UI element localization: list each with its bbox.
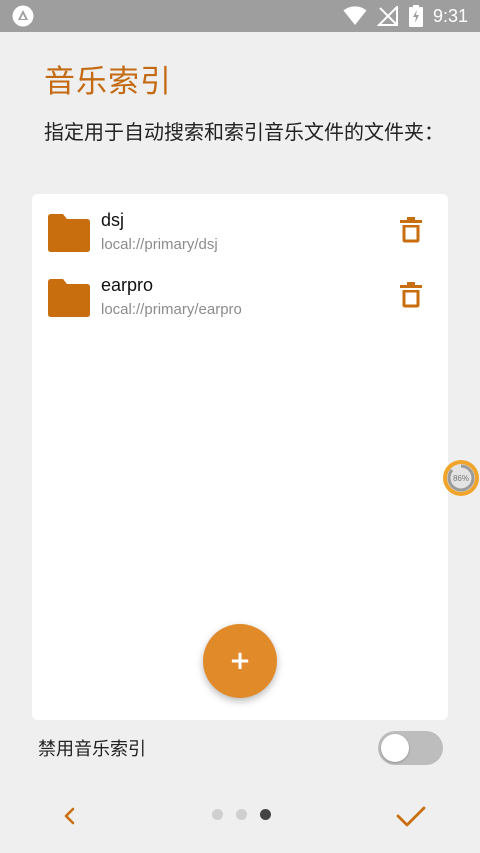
delete-folder-button[interactable] xyxy=(394,212,428,248)
page-dot-active xyxy=(260,809,271,820)
folder-name: earpro xyxy=(101,275,154,295)
folder-icon xyxy=(48,279,90,317)
page-indicator xyxy=(212,809,271,823)
back-button[interactable] xyxy=(56,800,84,832)
disable-indexing-toggle[interactable] xyxy=(378,731,443,765)
folder-name: dsj xyxy=(101,210,125,230)
progress-badge-label: 86% xyxy=(453,474,469,483)
add-icon: + xyxy=(229,646,251,676)
folder-item[interactable]: earpro local://primary/earpro xyxy=(32,267,448,327)
check-icon xyxy=(396,806,426,827)
folder-icon xyxy=(48,214,90,252)
no-signal-icon xyxy=(376,6,398,26)
trash-icon xyxy=(400,282,422,308)
status-icons: 9:31 xyxy=(343,0,468,32)
folder-path: local://primary/earpro xyxy=(101,301,242,318)
page-dot xyxy=(236,809,247,820)
page-title: 音乐索引 xyxy=(44,64,172,100)
chevron-left-icon xyxy=(64,807,75,825)
battery-charging-icon xyxy=(408,5,423,27)
delete-folder-button[interactable] xyxy=(394,277,428,313)
screen: 9:31 音乐索引 指定用于自动搜索和索引音乐文件的文件夹： dsj local… xyxy=(0,0,480,853)
disable-indexing-label: 禁用音乐索引 xyxy=(38,739,146,760)
page-description: 指定用于自动搜索和索引音乐文件的文件夹： xyxy=(44,120,444,144)
folder-list: dsj local://primary/dsj earpro local://p… xyxy=(32,194,448,720)
trash-icon xyxy=(400,217,422,243)
confirm-button[interactable] xyxy=(392,800,430,832)
folder-item[interactable]: dsj local://primary/dsj xyxy=(32,202,448,262)
add-folder-button[interactable]: + xyxy=(203,624,277,698)
wifi-icon xyxy=(343,6,367,25)
toggle-knob xyxy=(381,734,409,762)
status-time: 9:31 xyxy=(432,5,468,26)
progress-badge[interactable]: 86% xyxy=(442,459,480,497)
status-bar: 9:31 xyxy=(0,0,480,32)
page-dot xyxy=(212,809,223,820)
app-notification-icon xyxy=(12,5,34,27)
folder-path: local://primary/dsj xyxy=(101,236,218,253)
